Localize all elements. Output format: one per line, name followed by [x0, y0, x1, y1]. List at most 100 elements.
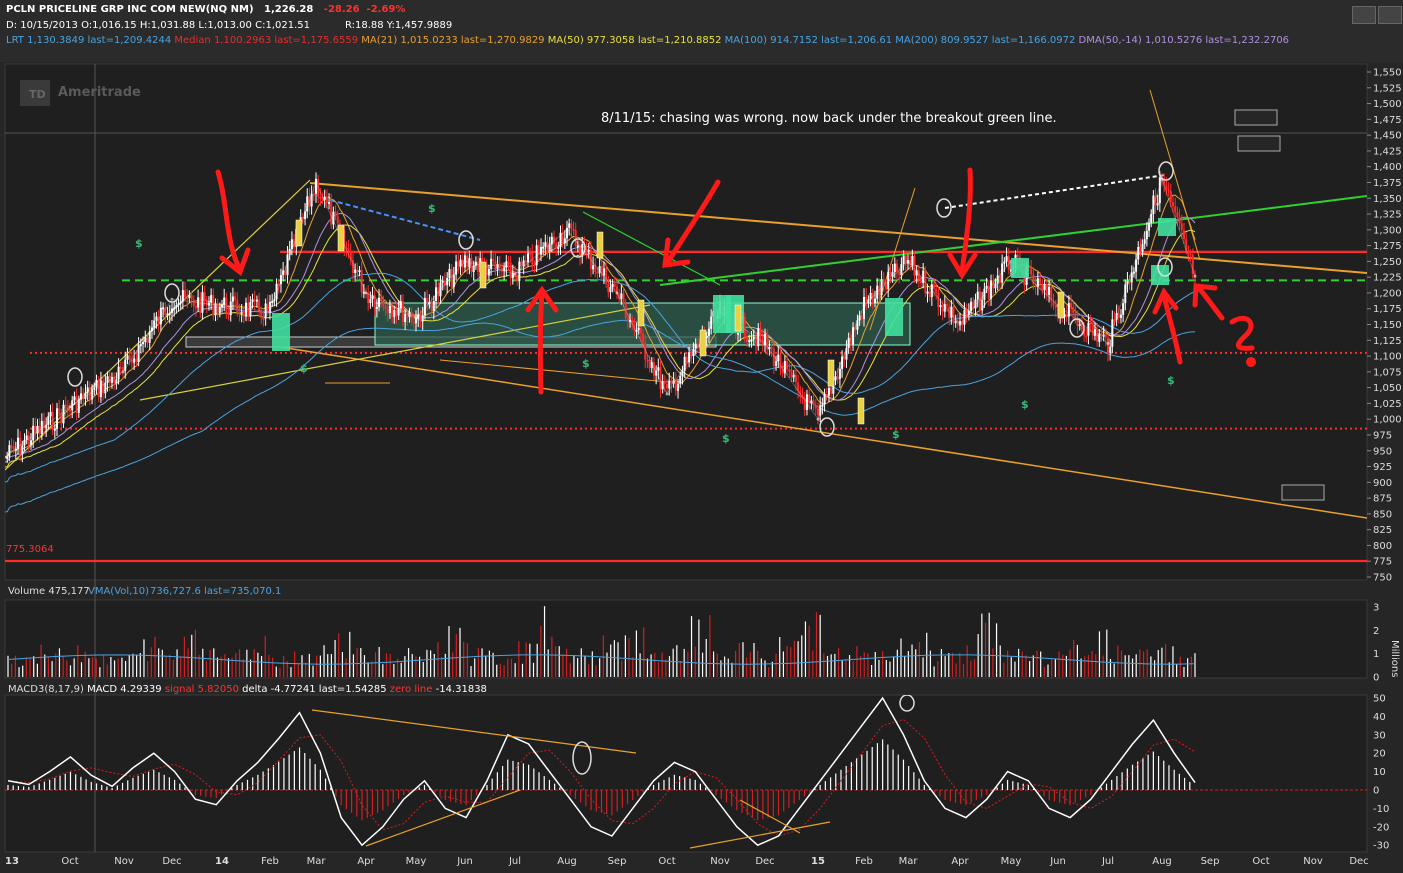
volume-panel — [4, 599, 1368, 679]
candle-body — [34, 425, 37, 434]
x-axis-label: Jun — [1049, 856, 1066, 867]
candle-body — [49, 411, 52, 417]
candle-body — [410, 312, 413, 322]
signal-box-green — [885, 298, 903, 336]
candle-body — [21, 445, 24, 454]
candle-body — [737, 332, 739, 335]
price-axis-label: 800 — [1373, 541, 1392, 552]
candle-body — [607, 283, 610, 293]
price-point — [314, 180, 318, 184]
candle-body — [432, 301, 435, 311]
candle-body — [388, 306, 391, 314]
candle-body — [898, 271, 901, 276]
candle-body — [135, 358, 138, 363]
x-axis-label: Jul — [1101, 856, 1114, 867]
candle-body — [95, 379, 98, 388]
candle-body — [882, 279, 885, 285]
x-axis-label: Sep — [608, 856, 627, 867]
annotation-note: 8/11/15: chasing was wrong. now back und… — [601, 111, 1057, 126]
price-axis-label: 1,150 — [1373, 320, 1402, 331]
candle-body — [817, 408, 819, 416]
signal-box-yellow — [637, 299, 645, 327]
candle-body — [524, 260, 527, 263]
candle-body — [505, 261, 508, 268]
candle-body — [1072, 307, 1075, 314]
candle-body — [574, 229, 577, 246]
candle-body — [245, 302, 247, 317]
candle-body — [212, 295, 215, 316]
candle-body — [426, 297, 429, 303]
candle-body — [981, 299, 984, 311]
candle-body — [393, 310, 396, 317]
candle-body — [258, 299, 261, 312]
candle-body — [1109, 346, 1112, 353]
candle-body — [262, 318, 265, 321]
candle-body — [448, 268, 451, 278]
candle-body — [430, 301, 433, 311]
candle-body — [12, 446, 15, 450]
volume-axis-label: 0 — [1373, 673, 1379, 684]
volume-axis-label: 2 — [1373, 626, 1379, 637]
candle-body — [56, 408, 58, 429]
candle-body — [1145, 230, 1148, 240]
candle-body — [642, 333, 645, 343]
candle-body — [93, 387, 96, 390]
annotation-box-3 — [1281, 484, 1325, 501]
candle-body — [613, 283, 616, 287]
candle-body — [585, 248, 588, 251]
candle-body — [677, 383, 680, 391]
candle-body — [60, 413, 63, 424]
candle-body — [516, 275, 519, 281]
x-axis-label: Jul — [508, 856, 521, 867]
dividend-marker: $ — [300, 362, 308, 375]
candle-body — [242, 311, 245, 317]
candle-body — [889, 271, 892, 277]
x-axis-label: Dec — [162, 856, 181, 867]
candle-body — [27, 435, 30, 445]
price-point — [364, 291, 368, 295]
candle-body — [576, 245, 579, 248]
candle-body — [238, 312, 241, 315]
price-point — [958, 323, 962, 326]
candle-body — [375, 306, 378, 309]
price-axis-label: 1,100 — [1373, 352, 1402, 363]
price-point — [1193, 274, 1197, 278]
price-axis-label: 925 — [1373, 462, 1392, 473]
x-axis-label: Oct — [658, 856, 675, 867]
price-axis-label: 1,525 — [1373, 83, 1402, 94]
candle-body — [939, 305, 942, 308]
candle-body — [609, 287, 612, 293]
candle-body — [885, 284, 887, 290]
candle-body — [1003, 261, 1006, 264]
candle-body — [190, 295, 193, 300]
price-axis-label: 1,375 — [1373, 178, 1402, 189]
candle-body — [128, 355, 131, 361]
price-point — [565, 228, 569, 232]
price-axis-label: 1,450 — [1373, 131, 1402, 142]
candle-body — [663, 381, 666, 385]
candle-body — [670, 380, 673, 384]
price-axis-label: 1,275 — [1373, 241, 1402, 252]
candle-body — [328, 201, 331, 204]
volume-label: Volume 475,177 — [8, 586, 90, 597]
candle-body — [683, 356, 686, 371]
candle-body — [775, 361, 778, 366]
candle-body — [186, 297, 189, 300]
candle-body — [119, 366, 122, 369]
price-point — [414, 316, 418, 320]
price-point — [268, 310, 272, 314]
candle-body — [542, 246, 545, 249]
candle-body — [1078, 323, 1081, 327]
candle-body — [203, 292, 206, 301]
candle-body — [626, 317, 629, 321]
candle-body — [225, 297, 228, 313]
candle-body — [755, 337, 757, 347]
price-axis-label: 1,175 — [1373, 304, 1402, 315]
candle-body — [234, 296, 237, 300]
candle-body — [893, 263, 896, 273]
candle-body — [928, 291, 931, 298]
candle-body — [1104, 334, 1107, 338]
candle-body — [596, 271, 599, 274]
candle-body — [391, 306, 394, 317]
signal-box-yellow — [1057, 291, 1065, 319]
